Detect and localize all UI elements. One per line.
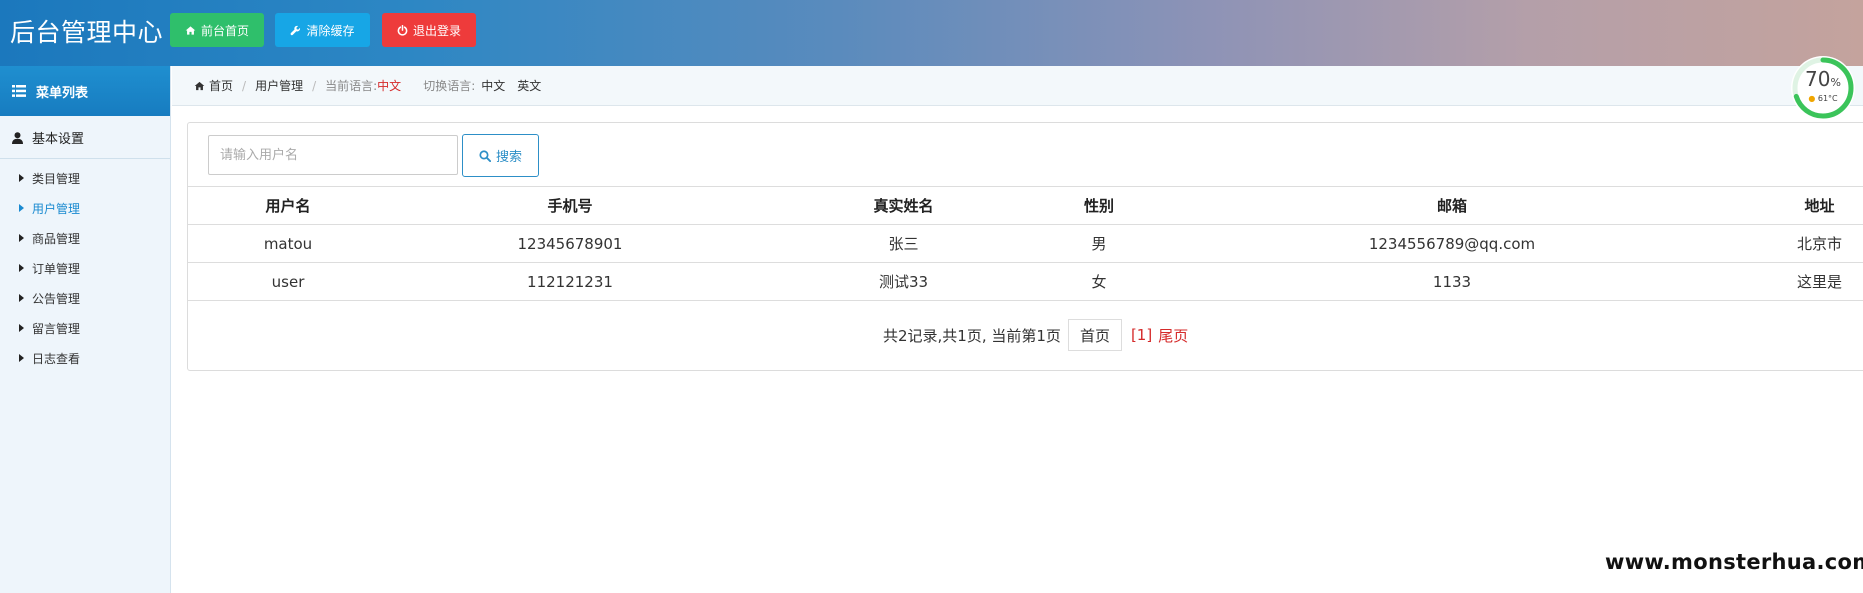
- first-page-button[interactable]: 首页: [1067, 319, 1122, 351]
- cell-username: user: [188, 262, 388, 301]
- current-language-value: 中文: [377, 79, 402, 93]
- table-header-row: 用户名 手机号 真实姓名 性别 邮箱 地址: [188, 186, 1863, 225]
- search-button-label: 搜索: [495, 150, 522, 165]
- pagination-summary: 共2记录,共1页, 当前第1页: [883, 326, 1061, 345]
- search-button[interactable]: 搜索: [462, 134, 539, 177]
- last-page-link[interactable]: 尾页: [1158, 325, 1188, 346]
- clear-cache-label: 清除缓存: [306, 23, 355, 38]
- logout-button[interactable]: 退出登录: [382, 13, 476, 47]
- basic-settings-label: 基本设置: [32, 132, 85, 147]
- caret-right-icon: [19, 294, 24, 302]
- sidebar-item-label: 类目管理: [32, 171, 81, 186]
- caret-right-icon: [19, 354, 24, 362]
- top-header: 后台管理中心 前台首页 清除缓存 退出登录: [0, 0, 1863, 66]
- app-title: 后台管理中心: [10, 18, 164, 47]
- search-icon: [479, 149, 491, 162]
- switch-language-chinese[interactable]: 中文: [481, 77, 505, 94]
- caret-right-icon: [19, 174, 24, 182]
- cell-address: 北京市: [1761, 224, 1863, 263]
- sidebar-item-products[interactable]: 商品管理: [0, 223, 170, 253]
- sidebar-item-label: 用户管理: [32, 201, 81, 216]
- sidebar-item-label: 订单管理: [32, 261, 81, 276]
- sidebar: 菜单列表 基本设置 类目管理 用户管理 商品管理 订单管理 公告管理 留言管理: [0, 66, 171, 593]
- breadcrumb-separator: /: [312, 78, 317, 93]
- sidebar-item-label: 日志查看: [32, 351, 81, 366]
- pagination: 共2记录,共1页, 当前第1页 首页 [1] 尾页: [188, 318, 1863, 352]
- table-row[interactable]: user 112121231 测试33 女 1133 这里是: [188, 262, 1863, 301]
- sidebar-item-logs[interactable]: 日志查看: [0, 343, 170, 373]
- current-page-indicator: [1]: [1130, 326, 1153, 344]
- menu-list-title: 菜单列表: [36, 85, 89, 101]
- caret-right-icon: [19, 324, 24, 332]
- cell-email: 1234556789@qq.com: [1143, 224, 1761, 263]
- caret-right-icon: [19, 264, 24, 272]
- wrench-icon: [291, 25, 301, 35]
- column-header-phone: 手机号: [388, 186, 752, 225]
- sidebar-item-announcements[interactable]: 公告管理: [0, 283, 170, 313]
- home-icon: [185, 25, 196, 35]
- cell-address: 这里是: [1761, 262, 1863, 301]
- menu-list-header: 菜单列表: [0, 66, 170, 116]
- frontend-home-label: 前台首页: [200, 23, 249, 38]
- user-table: 用户名 手机号 真实姓名 性别 邮箱 地址 matou 12345678901 …: [188, 186, 1863, 301]
- user-list-panel: 搜索 用户名 手机号 真实姓名 性别 邮箱 地址 matou 123456789…: [187, 122, 1863, 371]
- user-icon: [12, 131, 23, 144]
- sidebar-item-messages[interactable]: 留言管理: [0, 313, 170, 343]
- switch-language-label: 切换语言:: [423, 79, 476, 93]
- sidebar-item-label: 商品管理: [32, 231, 81, 246]
- frontend-home-button[interactable]: 前台首页: [170, 13, 264, 47]
- caret-right-icon: [19, 234, 24, 242]
- cell-phone: 12345678901: [388, 224, 752, 263]
- breadcrumb-current: 用户管理: [255, 79, 304, 93]
- basic-settings-group[interactable]: 基本设置: [0, 117, 170, 159]
- column-header-address: 地址: [1761, 186, 1863, 225]
- breadcrumb-home[interactable]: 首页: [209, 77, 233, 94]
- sidebar-item-category[interactable]: 类目管理: [0, 163, 170, 193]
- cpu-gauge-widget[interactable]: 70% ● 61°C: [1791, 56, 1855, 120]
- cell-username: matou: [188, 224, 388, 263]
- sidebar-item-users[interactable]: 用户管理: [0, 193, 170, 223]
- cell-realname: 测试33: [752, 262, 1055, 301]
- cell-gender: 男: [1055, 224, 1143, 263]
- column-header-realname: 真实姓名: [752, 186, 1055, 225]
- username-search-input[interactable]: [208, 135, 458, 175]
- column-header-gender: 性别: [1055, 186, 1143, 225]
- power-icon: [397, 24, 408, 36]
- switch-language-english[interactable]: 英文: [517, 77, 541, 94]
- gauge-temperature: ● 61°C: [1808, 94, 1838, 103]
- current-language-label: 当前语言:: [325, 79, 378, 93]
- gauge-percent: 70%: [1805, 67, 1841, 91]
- breadcrumb: 首页 / 用户管理 / 当前语言: 中文 切换语言: 中文 英文: [172, 66, 1863, 106]
- sidebar-item-label: 留言管理: [32, 321, 81, 336]
- sidebar-item-orders[interactable]: 订单管理: [0, 253, 170, 283]
- logout-label: 退出登录: [412, 23, 461, 38]
- cell-phone: 112121231: [388, 262, 752, 301]
- cell-email: 1133: [1143, 262, 1761, 301]
- column-header-email: 邮箱: [1143, 186, 1761, 225]
- home-icon: [194, 81, 205, 90]
- cell-gender: 女: [1055, 262, 1143, 301]
- sidebar-item-label: 公告管理: [32, 291, 81, 306]
- sidebar-menu: 类目管理 用户管理 商品管理 订单管理 公告管理 留言管理 日志查看: [0, 159, 170, 373]
- list-icon: [12, 85, 26, 97]
- breadcrumb-separator: /: [242, 78, 247, 93]
- caret-right-icon: [19, 204, 24, 212]
- column-header-username: 用户名: [188, 186, 388, 225]
- cell-realname: 张三: [752, 224, 1055, 263]
- clear-cache-button[interactable]: 清除缓存: [275, 13, 370, 47]
- flame-icon: ●: [1808, 94, 1816, 103]
- table-row[interactable]: matou 12345678901 张三 男 1234556789@qq.com…: [188, 224, 1863, 263]
- watermark: www.monsterhua.com: [1605, 550, 1863, 574]
